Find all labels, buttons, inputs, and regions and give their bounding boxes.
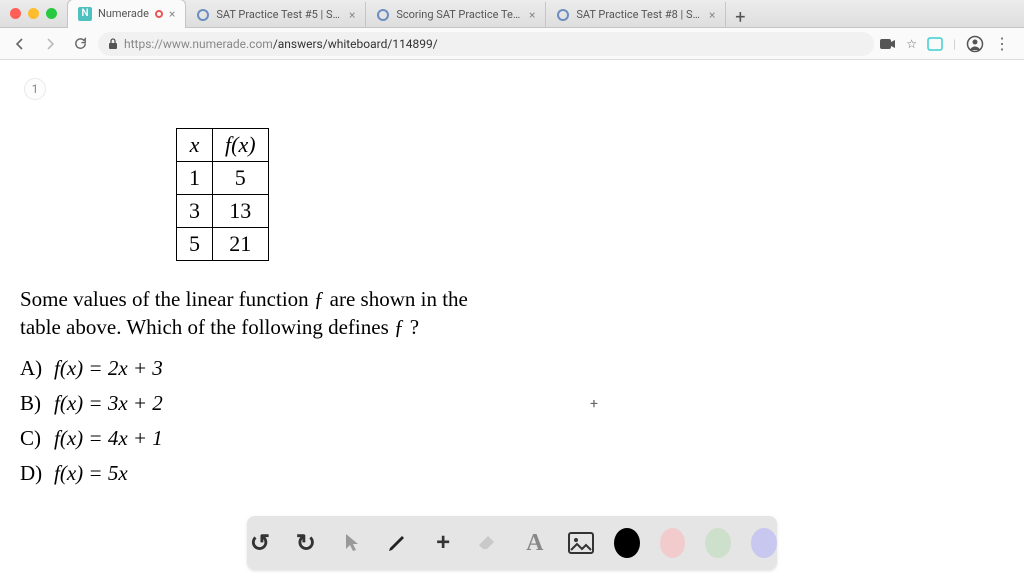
slide-number[interactable]: 1 [24,78,46,100]
image-tool[interactable] [568,528,594,558]
choice-b: B) f(x) = 3x + 2 [20,391,163,416]
tab-sat-5[interactable]: SAT Practice Test #5 | SAT Su × [186,2,366,28]
choice-d: D) f(x) = 5x [20,461,163,486]
numerade-favicon: N [78,7,92,21]
reload-button[interactable] [68,32,92,56]
answer-choices: A) f(x) = 2x + 3 B) f(x) = 3x + 2 C) f(x… [20,346,163,496]
table-row: 5 21 [177,228,269,261]
window-title-bar: N Numerade × SAT Practice Test #5 | SAT … [0,0,1024,28]
undo-button[interactable]: ↺ [247,528,273,558]
collegeboard-favicon [196,8,210,22]
tab-label: Numerade [98,7,149,20]
minimize-window-button[interactable] [28,8,39,19]
choice-c: C) f(x) = 4x + 1 [20,426,163,451]
collegeboard-favicon [556,8,570,22]
tab-sat-8[interactable]: SAT Practice Test #8 | SAT Su × [546,2,726,28]
function-table: x f(x) 1 5 3 13 5 21 [176,128,269,261]
lock-icon [108,38,118,50]
table-row: 3 13 [177,195,269,228]
crosshair-cursor: + [590,396,598,412]
choice-a: A) f(x) = 2x + 3 [20,356,163,381]
table-row: 1 5 [177,162,269,195]
color-pink[interactable] [660,528,686,558]
table-header-fx: f(x) [213,129,269,162]
close-tab-icon[interactable]: × [169,7,175,21]
tab-strip: N Numerade × SAT Practice Test #5 | SAT … [67,0,1024,28]
tab-label: Scoring SAT Practice Test 5 | S [396,8,523,21]
eraser-tool[interactable] [476,528,502,558]
pencil-tool[interactable] [384,528,410,558]
browser-actions: ☆ | ⋮ [880,34,1016,53]
extension-icon[interactable] [927,37,943,51]
url-text: https://www.numerade.com/answers/whitebo… [124,37,438,51]
collegeboard-favicon [376,8,390,22]
tab-numerade[interactable]: N Numerade × [67,0,186,28]
add-tool[interactable]: + [430,528,456,558]
fullscreen-window-button[interactable] [46,8,57,19]
table-header-x: x [177,129,213,162]
text-tool[interactable]: A [522,528,548,558]
color-black[interactable] [614,528,640,558]
overflow-menu-icon[interactable]: ⋮ [994,34,1010,53]
close-window-button[interactable] [10,8,21,19]
back-button[interactable] [8,32,32,56]
traffic-lights [0,8,67,19]
new-tab-button[interactable]: + [726,7,754,28]
recording-icon [155,10,163,18]
bookmark-icon[interactable]: ☆ [906,37,917,51]
whiteboard-toolbar: ↺ ↻ + A [247,516,777,570]
redo-button[interactable]: ↻ [293,528,319,558]
recording-indicator-icon[interactable] [880,38,896,50]
question-text: Some values of the linear function ƒ are… [20,285,530,342]
close-tab-icon[interactable]: × [529,8,535,22]
close-tab-icon[interactable]: × [349,8,355,22]
tab-label: SAT Practice Test #8 | SAT Su [576,8,703,21]
address-bar: https://www.numerade.com/answers/whitebo… [0,28,1024,60]
profile-icon[interactable] [966,35,984,53]
color-green[interactable] [705,528,731,558]
pointer-tool[interactable] [339,528,365,558]
tab-scoring-5[interactable]: Scoring SAT Practice Test 5 | S × [366,2,546,28]
forward-button[interactable] [38,32,62,56]
page-content: 1 x f(x) 1 5 3 13 5 21 Some values of th… [0,60,1024,582]
color-purple[interactable] [751,528,777,558]
url-input[interactable]: https://www.numerade.com/answers/whitebo… [98,32,874,56]
close-tab-icon[interactable]: × [709,8,715,22]
tab-label: SAT Practice Test #5 | SAT Su [216,8,343,21]
